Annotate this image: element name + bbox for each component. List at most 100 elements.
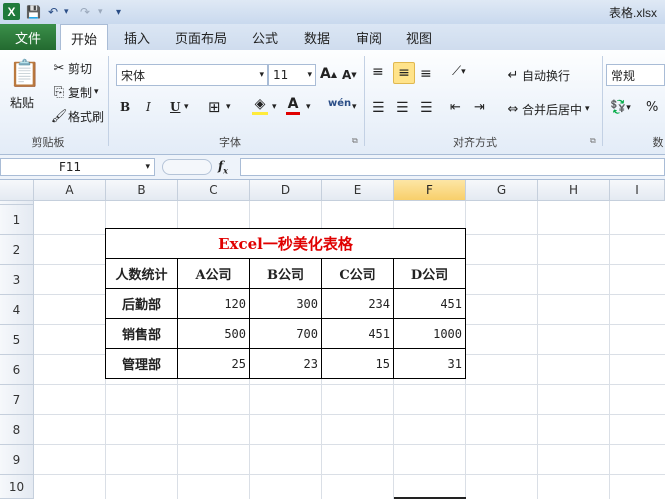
undo-dropdown-icon[interactable]: ▾ [64,4,69,20]
column-header-h[interactable]: H [538,180,610,201]
table-cell[interactable]: 451 [321,318,394,349]
italic-button[interactable]: I [146,100,151,114]
table-cell[interactable]: 1000 [393,318,466,349]
tab-review[interactable]: 审阅 [348,24,390,50]
row-header-8[interactable]: 8 [0,415,34,445]
column-header-c[interactable]: C [178,180,250,201]
dialog-launcher-icon[interactable]: ⧉ [352,136,358,146]
column-header-e[interactable]: E [322,180,394,201]
row-header-gap [0,201,34,205]
shrink-font-icon[interactable]: A ▼ [342,68,357,82]
tab-formulas[interactable]: 公式 [244,24,286,50]
insert-function-icon[interactable]: fx [218,159,228,175]
table-cell[interactable]: 500 [177,318,250,349]
increase-indent-icon[interactable]: ⇥ [474,100,485,115]
row-header-5[interactable]: 5 [0,325,34,355]
tab-view[interactable]: 视图 [398,24,440,50]
bold-button[interactable]: B [120,100,130,114]
table-row-label[interactable]: 后勤部 [105,288,178,319]
align-left-icon[interactable]: ☰ [372,100,385,116]
align-top-icon[interactable]: ≡ [372,64,384,80]
table-cell[interactable]: 120 [177,288,250,319]
table-header-cell[interactable]: A公司 [177,258,250,289]
chevron-down-icon[interactable]: ▾ [306,102,311,112]
column-header-i[interactable]: I [610,180,665,201]
fill-color-icon[interactable]: ◈ [252,96,268,115]
undo-icon[interactable]: ↶ [48,4,58,20]
column-header-a[interactable]: A [34,180,106,201]
format-painter-button[interactable]: 🖌 格式刷 [50,107,104,125]
font-size-select[interactable]: 11 ▾ [268,64,316,86]
table-header-cell[interactable]: D公司 [393,258,466,289]
row-header-4[interactable]: 4 [0,295,34,325]
font-name-select[interactable]: 宋体 ▾ [116,64,268,86]
decrease-indent-icon[interactable]: ⇤ [450,100,461,115]
cut-button[interactable]: ✂ 剪切 [50,59,92,77]
row-header-1[interactable]: 1 [0,205,34,235]
align-middle-icon[interactable]: ≡ [393,62,415,84]
chevron-down-icon[interactable]: ▾ [226,102,231,112]
table-header-cell[interactable]: B公司 [249,258,322,289]
currency-icon[interactable]: 💱 ▾ [610,100,631,115]
column-header-d[interactable]: D [250,180,322,201]
table-header-cell[interactable]: 人数统计 [105,258,178,289]
sheet-title-cell[interactable]: Excel一秒美化表格 [105,228,466,259]
table-cell[interactable]: 31 [393,348,466,379]
grow-font-icon[interactable]: A ▲ [320,66,337,82]
customize-qat-icon[interactable]: ▾ [116,4,121,20]
gridline [34,444,665,445]
table-row-label[interactable]: 销售部 [105,318,178,349]
table-cell[interactable]: 300 [249,288,322,319]
table-cell[interactable]: 25 [177,348,250,379]
table-cell[interactable]: 700 [249,318,322,349]
dialog-launcher-icon[interactable]: ⧉ [590,136,596,146]
copy-label: 复制 [68,85,93,100]
formula-input[interactable] [240,158,665,176]
table-cell[interactable]: 234 [321,288,394,319]
column-header-b[interactable]: B [106,180,178,201]
table-cell[interactable]: 451 [393,288,466,319]
row-header-6[interactable]: 6 [0,355,34,385]
redo-icon[interactable]: ↷ [80,4,90,20]
phonetic-icon[interactable]: wén [328,98,351,109]
save-icon[interactable]: 💾 [26,4,41,20]
row-header-10[interactable]: 10 [0,475,34,499]
number-format-select[interactable]: 常规 [606,64,665,86]
select-all-corner[interactable] [0,180,34,201]
tab-file[interactable]: 文件 [0,24,56,50]
formula-bar-resize-handle[interactable] [162,159,212,175]
column-header-g[interactable]: G [466,180,538,201]
table-cell[interactable]: 23 [249,348,322,379]
row-header-2[interactable]: 2 [0,235,34,265]
paste-icon[interactable]: 📋 [8,56,42,92]
merge-center-button[interactable]: ⇔ 合并后居中 ▾ [504,100,590,118]
font-color-icon[interactable]: A [286,96,300,115]
align-right-icon[interactable]: ☰ [420,100,433,116]
row-header-3[interactable]: 3 [0,265,34,295]
underline-button[interactable]: U [170,100,180,114]
percent-button[interactable]: % [646,100,658,115]
border-icon[interactable]: ⊞ [208,98,221,116]
paste-button[interactable]: 粘贴 [10,94,34,111]
align-bottom-icon[interactable]: ≡ [420,66,432,82]
name-box[interactable]: F11 ▾ [0,158,155,176]
copy-button[interactable]: ⎘ 复制 ▾ [50,83,99,101]
wrap-text-button[interactable]: ↵ 自动换行 [504,66,570,84]
chevron-down-icon[interactable]: ▾ [272,102,277,112]
tab-home[interactable]: 开始 [60,24,108,51]
chevron-down-icon[interactable]: ▾ [184,102,189,112]
tab-data[interactable]: 数据 [296,24,338,50]
excel-logo-icon[interactable]: X [3,3,20,20]
table-cell[interactable]: 15 [321,348,394,379]
orientation-icon[interactable]: ⟋ ▾ [452,64,466,79]
column-header-f[interactable]: F [394,180,466,201]
chevron-down-icon[interactable]: ▾ [352,102,357,112]
table-header-cell[interactable]: C公司 [321,258,394,289]
align-center-icon[interactable]: ☰ [396,100,409,116]
redo-dropdown-icon[interactable]: ▾ [98,4,103,20]
tab-insert[interactable]: 插入 [116,24,158,50]
table-row-label[interactable]: 管理部 [105,348,178,379]
tab-page-layout[interactable]: 页面布局 [168,24,234,50]
row-header-7[interactable]: 7 [0,385,34,415]
row-header-9[interactable]: 9 [0,445,34,475]
